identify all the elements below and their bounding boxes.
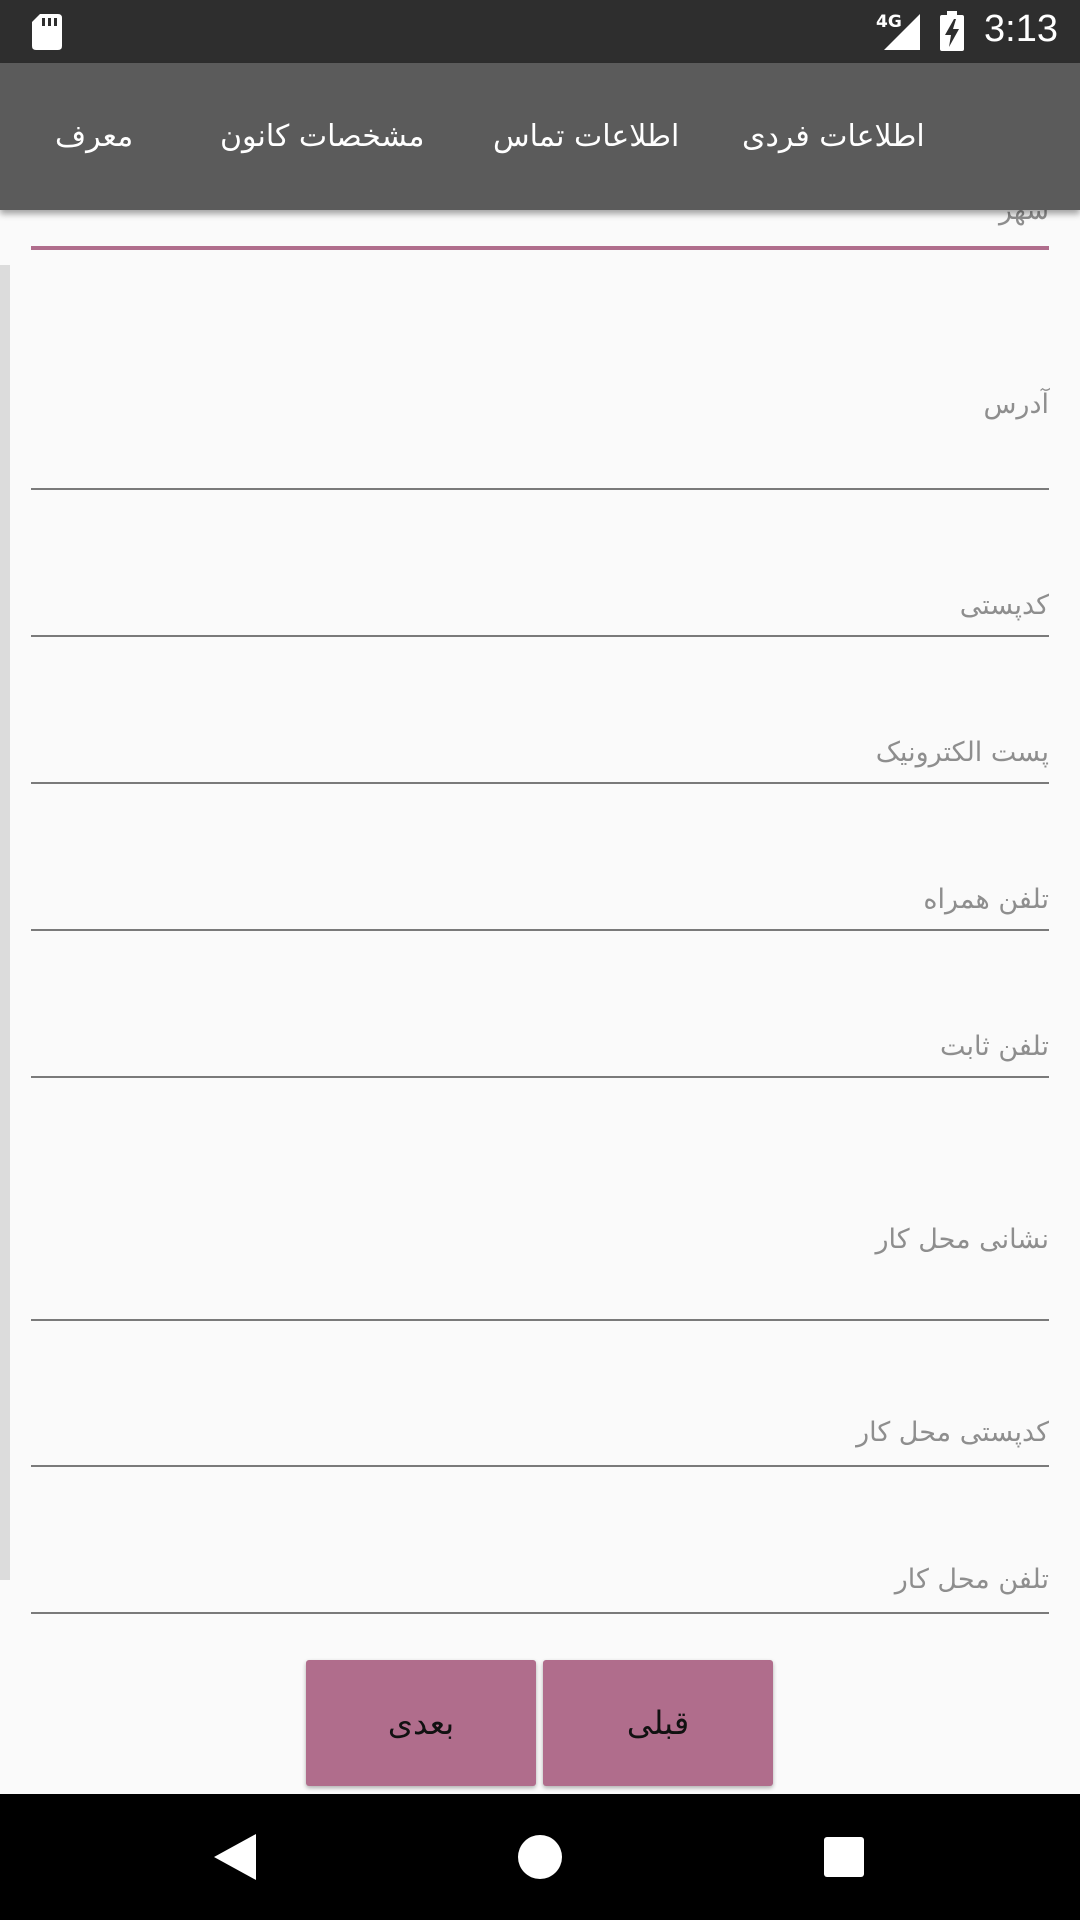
work-postal-code-label: کدپستی محل کار xyxy=(856,1417,1049,1448)
scrollbar[interactable] xyxy=(0,265,10,1580)
landline-phone-label: تلفن ثابت xyxy=(939,1031,1049,1062)
navigation-bar xyxy=(0,1794,1080,1920)
work-postal-code-underline xyxy=(31,1465,1049,1467)
clock: 3:13 xyxy=(984,8,1058,50)
sd-card-icon xyxy=(32,14,62,50)
address-underline xyxy=(31,488,1049,490)
email-field[interactable]: پست الکترونیک xyxy=(31,732,1049,787)
mobile-phone-field[interactable]: تلفن همراه xyxy=(31,879,1049,934)
address-label: آدرس xyxy=(983,389,1049,420)
work-address-label: نشانی محل کار xyxy=(875,1224,1049,1255)
work-phone-label: تلفن محل کار xyxy=(894,1564,1049,1595)
recents-icon[interactable] xyxy=(824,1837,864,1877)
tab-center-details[interactable]: مشخصات کانون xyxy=(220,63,424,210)
postal-code-underline xyxy=(31,635,1049,637)
landline-phone-field[interactable]: تلفن ثابت xyxy=(31,1026,1049,1081)
work-address-underline xyxy=(31,1319,1049,1321)
tab-bar: اطلاعات فردی اطلاعات تماس مشخصات کانون م… xyxy=(0,63,1080,210)
signal-icon xyxy=(884,14,920,50)
tab-personal-info[interactable]: اطلاعات فردی xyxy=(742,63,925,210)
work-address-field[interactable]: نشانی محل کار xyxy=(31,1220,1049,1324)
mobile-phone-underline xyxy=(31,929,1049,931)
back-icon[interactable] xyxy=(214,1834,256,1880)
work-phone-field[interactable]: تلفن محل کار xyxy=(31,1560,1049,1617)
work-phone-underline xyxy=(31,1612,1049,1614)
email-underline xyxy=(31,782,1049,784)
battery-charging-icon xyxy=(940,11,964,51)
home-icon[interactable] xyxy=(518,1835,562,1879)
postal-code-label: کدپستی xyxy=(959,590,1049,621)
mobile-phone-label: تلفن همراه xyxy=(923,884,1049,915)
status-bar: 4G 3:13 xyxy=(0,0,1080,63)
email-label: پست الکترونیک xyxy=(875,737,1049,768)
next-button[interactable]: بعدی xyxy=(306,1660,536,1786)
tab-contact-info[interactable]: اطلاعات تماس xyxy=(493,63,679,210)
landline-phone-underline xyxy=(31,1076,1049,1078)
postal-code-field[interactable]: کدپستی xyxy=(31,585,1049,640)
address-field[interactable]: آدرس xyxy=(31,380,1049,492)
tab-referrer[interactable]: معرف xyxy=(55,63,133,210)
previous-button[interactable]: قبلی xyxy=(543,1660,773,1786)
work-postal-code-field[interactable]: کدپستی محل کار xyxy=(31,1413,1049,1470)
city-underline xyxy=(31,246,1049,250)
